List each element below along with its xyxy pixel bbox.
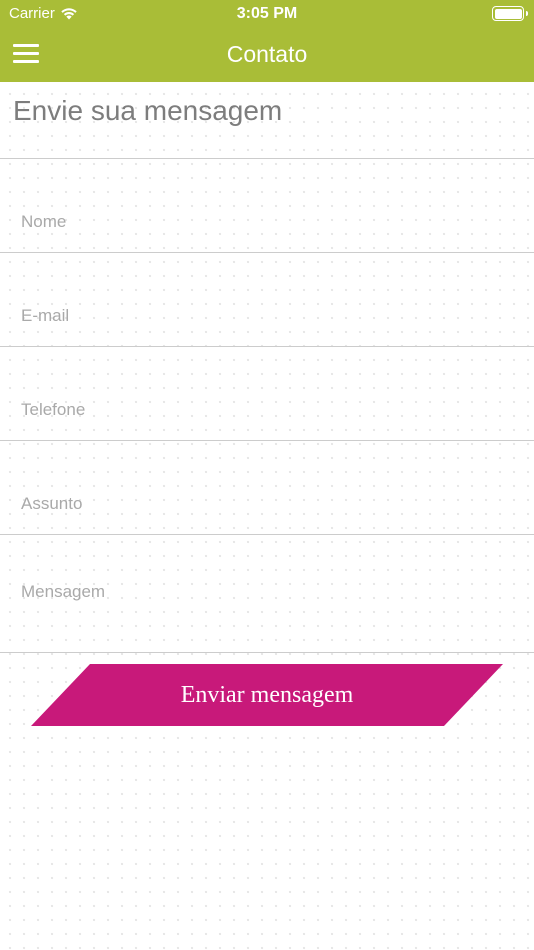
email-field-row (0, 252, 534, 347)
status-time: 3:05 PM (236, 5, 298, 22)
page-title: Contato (226, 41, 308, 67)
message-field-row (0, 534, 534, 653)
battery-icon (492, 6, 528, 21)
name-field[interactable] (21, 210, 521, 234)
send-message-label: Enviar mensagem (180, 681, 354, 708)
name-field-row (0, 158, 534, 253)
form-heading: Envie sua mensagem (13, 95, 283, 126)
status-bar: Carrier 3:05 PM (0, 0, 534, 28)
subject-field[interactable] (21, 492, 521, 516)
subject-field-row (0, 440, 534, 535)
send-message-button[interactable]: Enviar mensagem (31, 664, 503, 726)
phone-field-row (0, 346, 534, 441)
message-field[interactable] (21, 582, 521, 642)
navigation-bar: Contato (0, 28, 534, 82)
top-bar: Carrier 3:05 PM Contato (0, 0, 534, 82)
phone-field[interactable] (21, 398, 521, 422)
email-field[interactable] (21, 304, 521, 328)
